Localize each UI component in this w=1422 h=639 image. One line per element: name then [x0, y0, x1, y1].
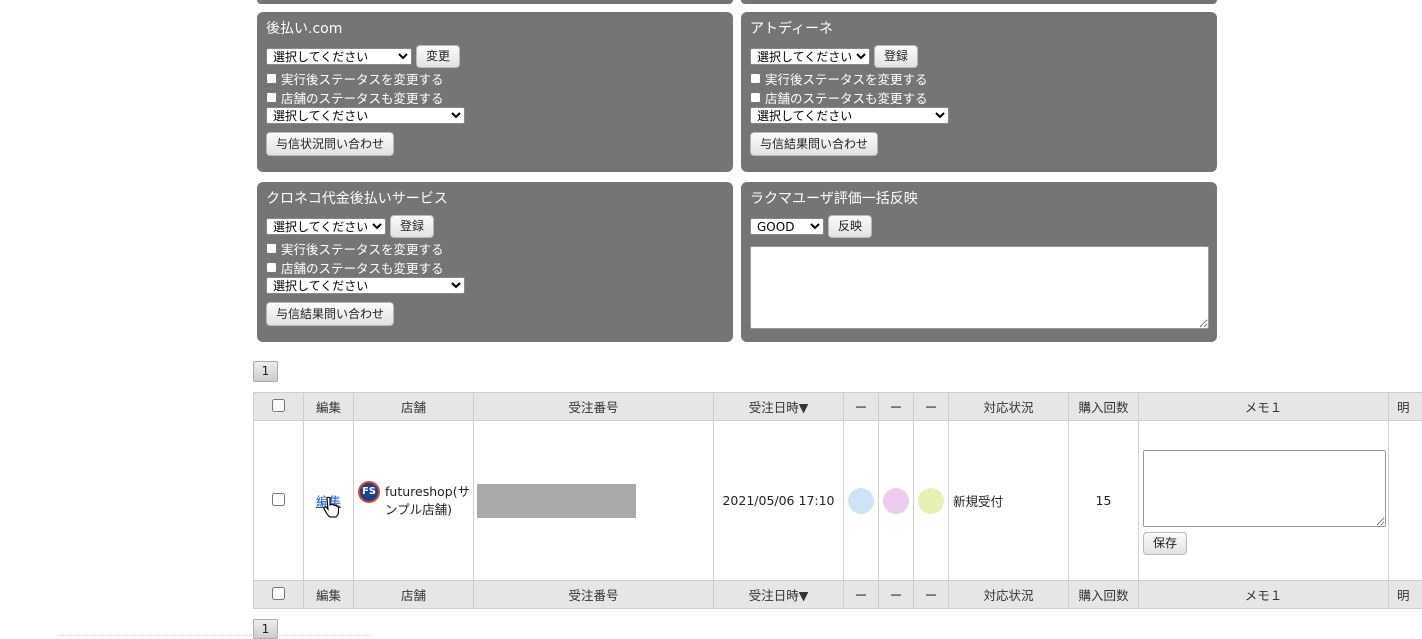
header-detail: 明	[1389, 581, 1422, 609]
header-memo[interactable]: メモ１	[1139, 393, 1389, 421]
row-select-cell	[254, 421, 304, 581]
kuroneko-register-button[interactable]: 登録	[390, 215, 434, 238]
header-flag3[interactable]: ー	[914, 581, 949, 609]
hand-cursor-icon	[322, 496, 340, 518]
rakuma-panel: ラクマユーザ評価一括反映 GOOD 反映	[741, 182, 1217, 342]
flag3-circle-icon[interactable]	[918, 488, 944, 514]
select-all-cell	[254, 581, 304, 609]
credit-result-query-button[interactable]: 与信結果問い合わせ	[266, 302, 394, 326]
shop-status-checkbox[interactable]	[750, 92, 761, 103]
memo-save-button[interactable]: 保存	[1143, 532, 1187, 555]
checkbox-label: 実行後ステータスを変更する	[281, 239, 444, 258]
panel-title: アトディーネ	[750, 20, 1208, 38]
status: 新規受付	[949, 421, 1069, 581]
panel-title: 後払い.com	[266, 20, 724, 38]
atobarai-action-select[interactable]: 選択してください	[266, 48, 412, 65]
table-row: 編集 FS futureshop(サンプル店舗) 2021/05/06 17:1…	[254, 421, 1422, 581]
purchase-count: 15	[1069, 421, 1139, 581]
atodine-register-button[interactable]: 登録	[874, 45, 918, 68]
status-change-checkbox[interactable]	[266, 243, 277, 254]
atobarai-status-select[interactable]: 選択してください	[266, 107, 465, 124]
header-order-date[interactable]: 受注日時▼	[714, 581, 844, 609]
header-memo[interactable]: メモ１	[1139, 581, 1389, 609]
panel-edge-top-right	[741, 0, 1217, 4]
panel-title: クロネコ代金後払いサービス	[266, 190, 724, 208]
atodine-panel: アトディーネ 選択してください 登録 実行後ステータスを変更する 店舗のステータ…	[741, 12, 1217, 172]
table-header-row: 編集 店舗 受注番号 受注日時▼ ー ー ー 対応状況 購入回数 メモ１ 明	[254, 393, 1422, 421]
header-flag2[interactable]: ー	[879, 393, 914, 421]
masked-order-number	[477, 484, 636, 518]
header-flag1[interactable]: ー	[844, 393, 879, 421]
order-date: 2021/05/06 17:10	[714, 421, 844, 581]
header-shop[interactable]: 店舗	[354, 393, 474, 421]
apply-rating-button[interactable]: 反映	[828, 215, 872, 238]
kuroneko-panel: クロネコ代金後払いサービス 選択してください 登録 実行後ステータスを変更する …	[257, 182, 733, 342]
header-status[interactable]: 対応状況	[949, 393, 1069, 421]
header-flag2[interactable]: ー	[879, 581, 914, 609]
header-order-no[interactable]: 受注番号	[474, 393, 714, 421]
header-order-date[interactable]: 受注日時▼	[714, 393, 844, 421]
status-change-checkbox[interactable]	[750, 73, 761, 84]
order-no-cell	[474, 421, 714, 581]
panel-title: ラクマユーザ評価一括反映	[750, 190, 1208, 208]
flag2-circle-icon[interactable]	[883, 488, 909, 514]
checkbox-label: 実行後ステータスを変更する	[765, 69, 928, 88]
memo-cell: 保存	[1139, 421, 1389, 581]
memo-textarea[interactable]	[1143, 450, 1386, 527]
shop-status-checkbox[interactable]	[266, 92, 277, 103]
shop-status-checkbox[interactable]	[266, 262, 277, 273]
header-flag3[interactable]: ー	[914, 393, 949, 421]
header-purchase-count: 購入回数	[1069, 581, 1139, 609]
atobarai-panel: 後払い.com 選択してください 変更 実行後ステータスを変更する 店舗のステー…	[257, 12, 733, 172]
header-edit: 編集	[304, 393, 354, 421]
header-flag1[interactable]: ー	[844, 581, 879, 609]
rakuma-textarea[interactable]	[750, 246, 1209, 329]
futureshop-logo-icon: FS	[358, 481, 380, 503]
table-footer-row: 編集 店舗 受注番号 受注日時▼ ー ー ー 対応状況 購入回数 メモ１ 明	[254, 581, 1422, 609]
flag3-cell	[914, 421, 949, 581]
detail-cell	[1389, 421, 1422, 581]
checkbox-label: 実行後ステータスを変更する	[281, 69, 444, 88]
atodine-action-select[interactable]: 選択してください	[750, 48, 870, 65]
checkbox-label: 店舗のステータスも変更する	[281, 258, 444, 277]
header-status[interactable]: 対応状況	[949, 581, 1069, 609]
pager-page-1-bottom[interactable]: 1	[253, 619, 278, 639]
row-checkbox[interactable]	[272, 493, 285, 506]
pager-page-1[interactable]: 1	[253, 361, 278, 382]
rating-select[interactable]: GOOD	[750, 218, 824, 235]
header-edit: 編集	[304, 581, 354, 609]
panel-edge-top-left	[257, 0, 733, 4]
orders-table: 編集 店舗 受注番号 受注日時▼ ー ー ー 対応状況 購入回数 メモ１ 明 編…	[253, 392, 1422, 609]
credit-result-query-button[interactable]: 与信結果問い合わせ	[750, 132, 878, 156]
flag1-cell	[844, 421, 879, 581]
checkbox-label: 店舗のステータスも変更する	[765, 88, 928, 107]
divider	[60, 635, 370, 636]
status-change-checkbox[interactable]	[266, 73, 277, 84]
header-shop[interactable]: 店舗	[354, 581, 474, 609]
shop-cell: FS futureshop(サンプル店舗)	[354, 421, 474, 581]
header-purchase-count: 購入回数	[1069, 393, 1139, 421]
select-all-checkbox[interactable]	[272, 587, 285, 600]
atobarai-change-button[interactable]: 変更	[416, 45, 460, 68]
select-all-cell	[254, 393, 304, 421]
atodine-status-select[interactable]: 選択してください	[750, 107, 949, 124]
flag1-circle-icon[interactable]	[848, 488, 874, 514]
credit-status-query-button[interactable]: 与信状況問い合わせ	[266, 132, 394, 156]
header-detail: 明	[1389, 393, 1422, 421]
header-order-no[interactable]: 受注番号	[474, 581, 714, 609]
shop-name: futureshop(サンプル店舗)	[385, 483, 473, 519]
kuroneko-status-select[interactable]: 選択してください	[266, 277, 465, 294]
flag2-cell	[879, 421, 914, 581]
checkbox-label: 店舗のステータスも変更する	[281, 88, 444, 107]
select-all-checkbox[interactable]	[272, 399, 285, 412]
kuroneko-action-select[interactable]: 選択してください	[266, 218, 386, 235]
